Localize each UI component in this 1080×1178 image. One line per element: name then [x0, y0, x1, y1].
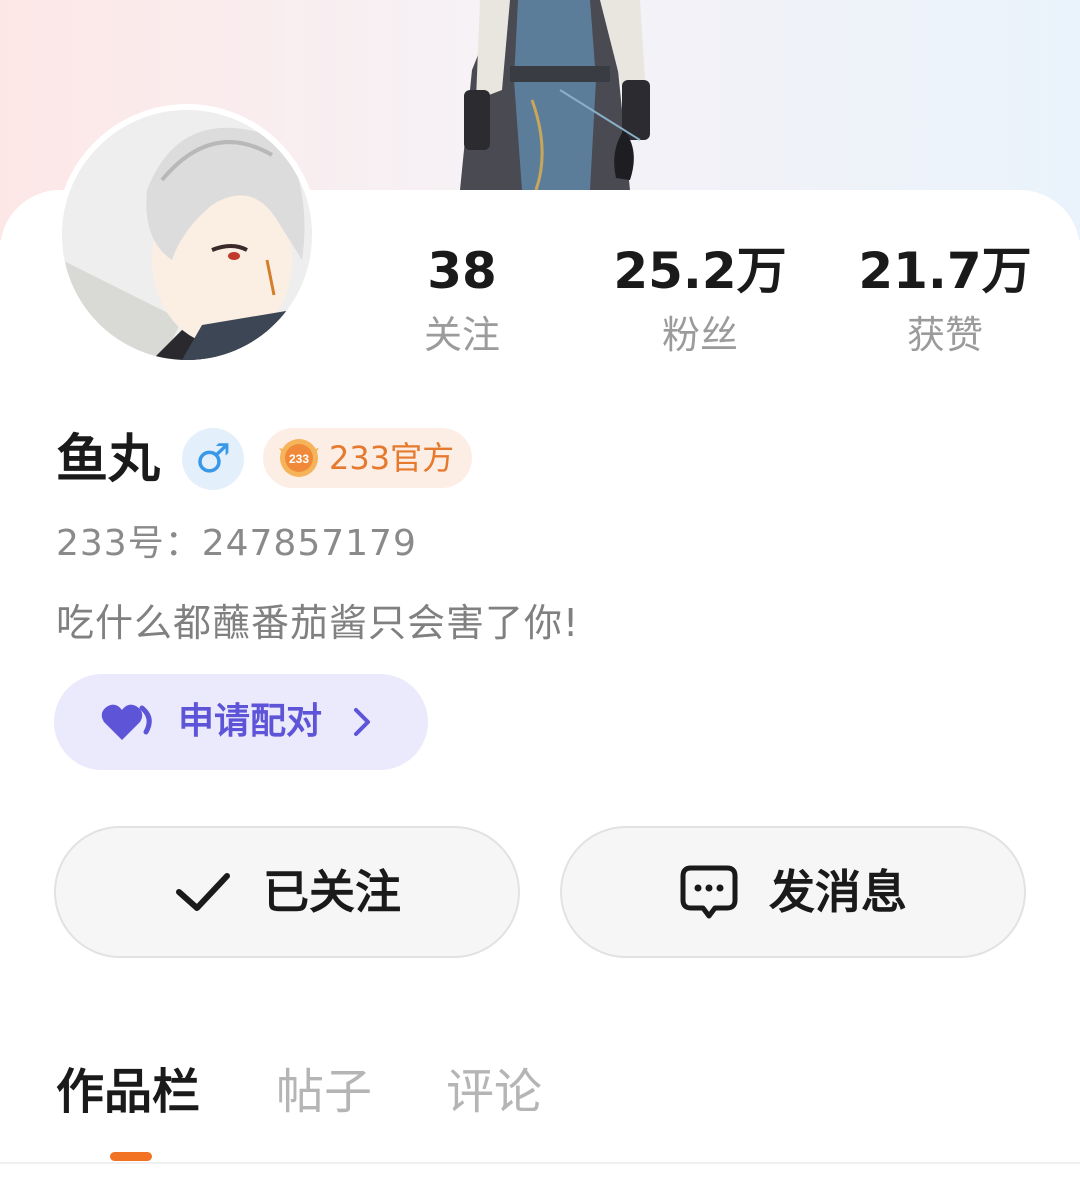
- user-bio: 吃什么都蘸番茄酱只会害了你!: [56, 601, 580, 645]
- fans-count: 25.2万: [613, 242, 787, 300]
- apply-match-label: 申请配对: [178, 701, 323, 742]
- official-medal-icon: 233: [279, 439, 319, 477]
- tab-works[interactable]: 作品栏: [56, 1060, 200, 1124]
- likes-count: 21.7万: [858, 242, 1032, 300]
- profile-page: 38 关注 25.2万 粉丝 21.7万 获赞 鱼丸 ♂ 233 233官方 2…: [0, 0, 1080, 1178]
- heart-icon: [101, 704, 152, 740]
- active-tab-indicator: [110, 1152, 152, 1161]
- following-count: 38: [427, 242, 497, 300]
- stat-fans[interactable]: 25.2万 粉丝: [600, 240, 800, 362]
- followed-label: 已关注: [263, 865, 401, 919]
- avatar[interactable]: [56, 104, 318, 366]
- likes-label: 获赞: [906, 313, 983, 357]
- send-message-label: 发消息: [769, 865, 907, 919]
- following-label: 关注: [423, 313, 500, 357]
- tab-comments[interactable]: 评论: [446, 1060, 542, 1124]
- chat-bubble-icon: [680, 865, 738, 919]
- tab-posts[interactable]: 帖子: [276, 1060, 372, 1124]
- fans-label: 粉丝: [661, 313, 738, 357]
- svg-text:233: 233: [289, 452, 309, 466]
- chevron-right-icon: [354, 708, 371, 736]
- apply-match-button[interactable]: 申请配对: [54, 674, 428, 770]
- male-gender-icon: ♂: [182, 428, 244, 490]
- official-badge[interactable]: 233 233官方: [263, 428, 473, 488]
- followed-button[interactable]: 已关注: [54, 826, 520, 958]
- check-icon: [176, 873, 230, 911]
- user-id: 233号：247857179: [56, 523, 417, 564]
- username: 鱼丸: [56, 430, 161, 490]
- stat-following[interactable]: 38 关注: [402, 240, 522, 362]
- send-message-button[interactable]: 发消息: [560, 826, 1026, 958]
- character-illustration: [460, 0, 650, 191]
- tab-divider: [0, 1162, 1080, 1164]
- avatar-image: [62, 110, 312, 360]
- official-badge-label: 233官方: [329, 439, 455, 477]
- stat-likes[interactable]: 21.7万 获赞: [845, 240, 1045, 362]
